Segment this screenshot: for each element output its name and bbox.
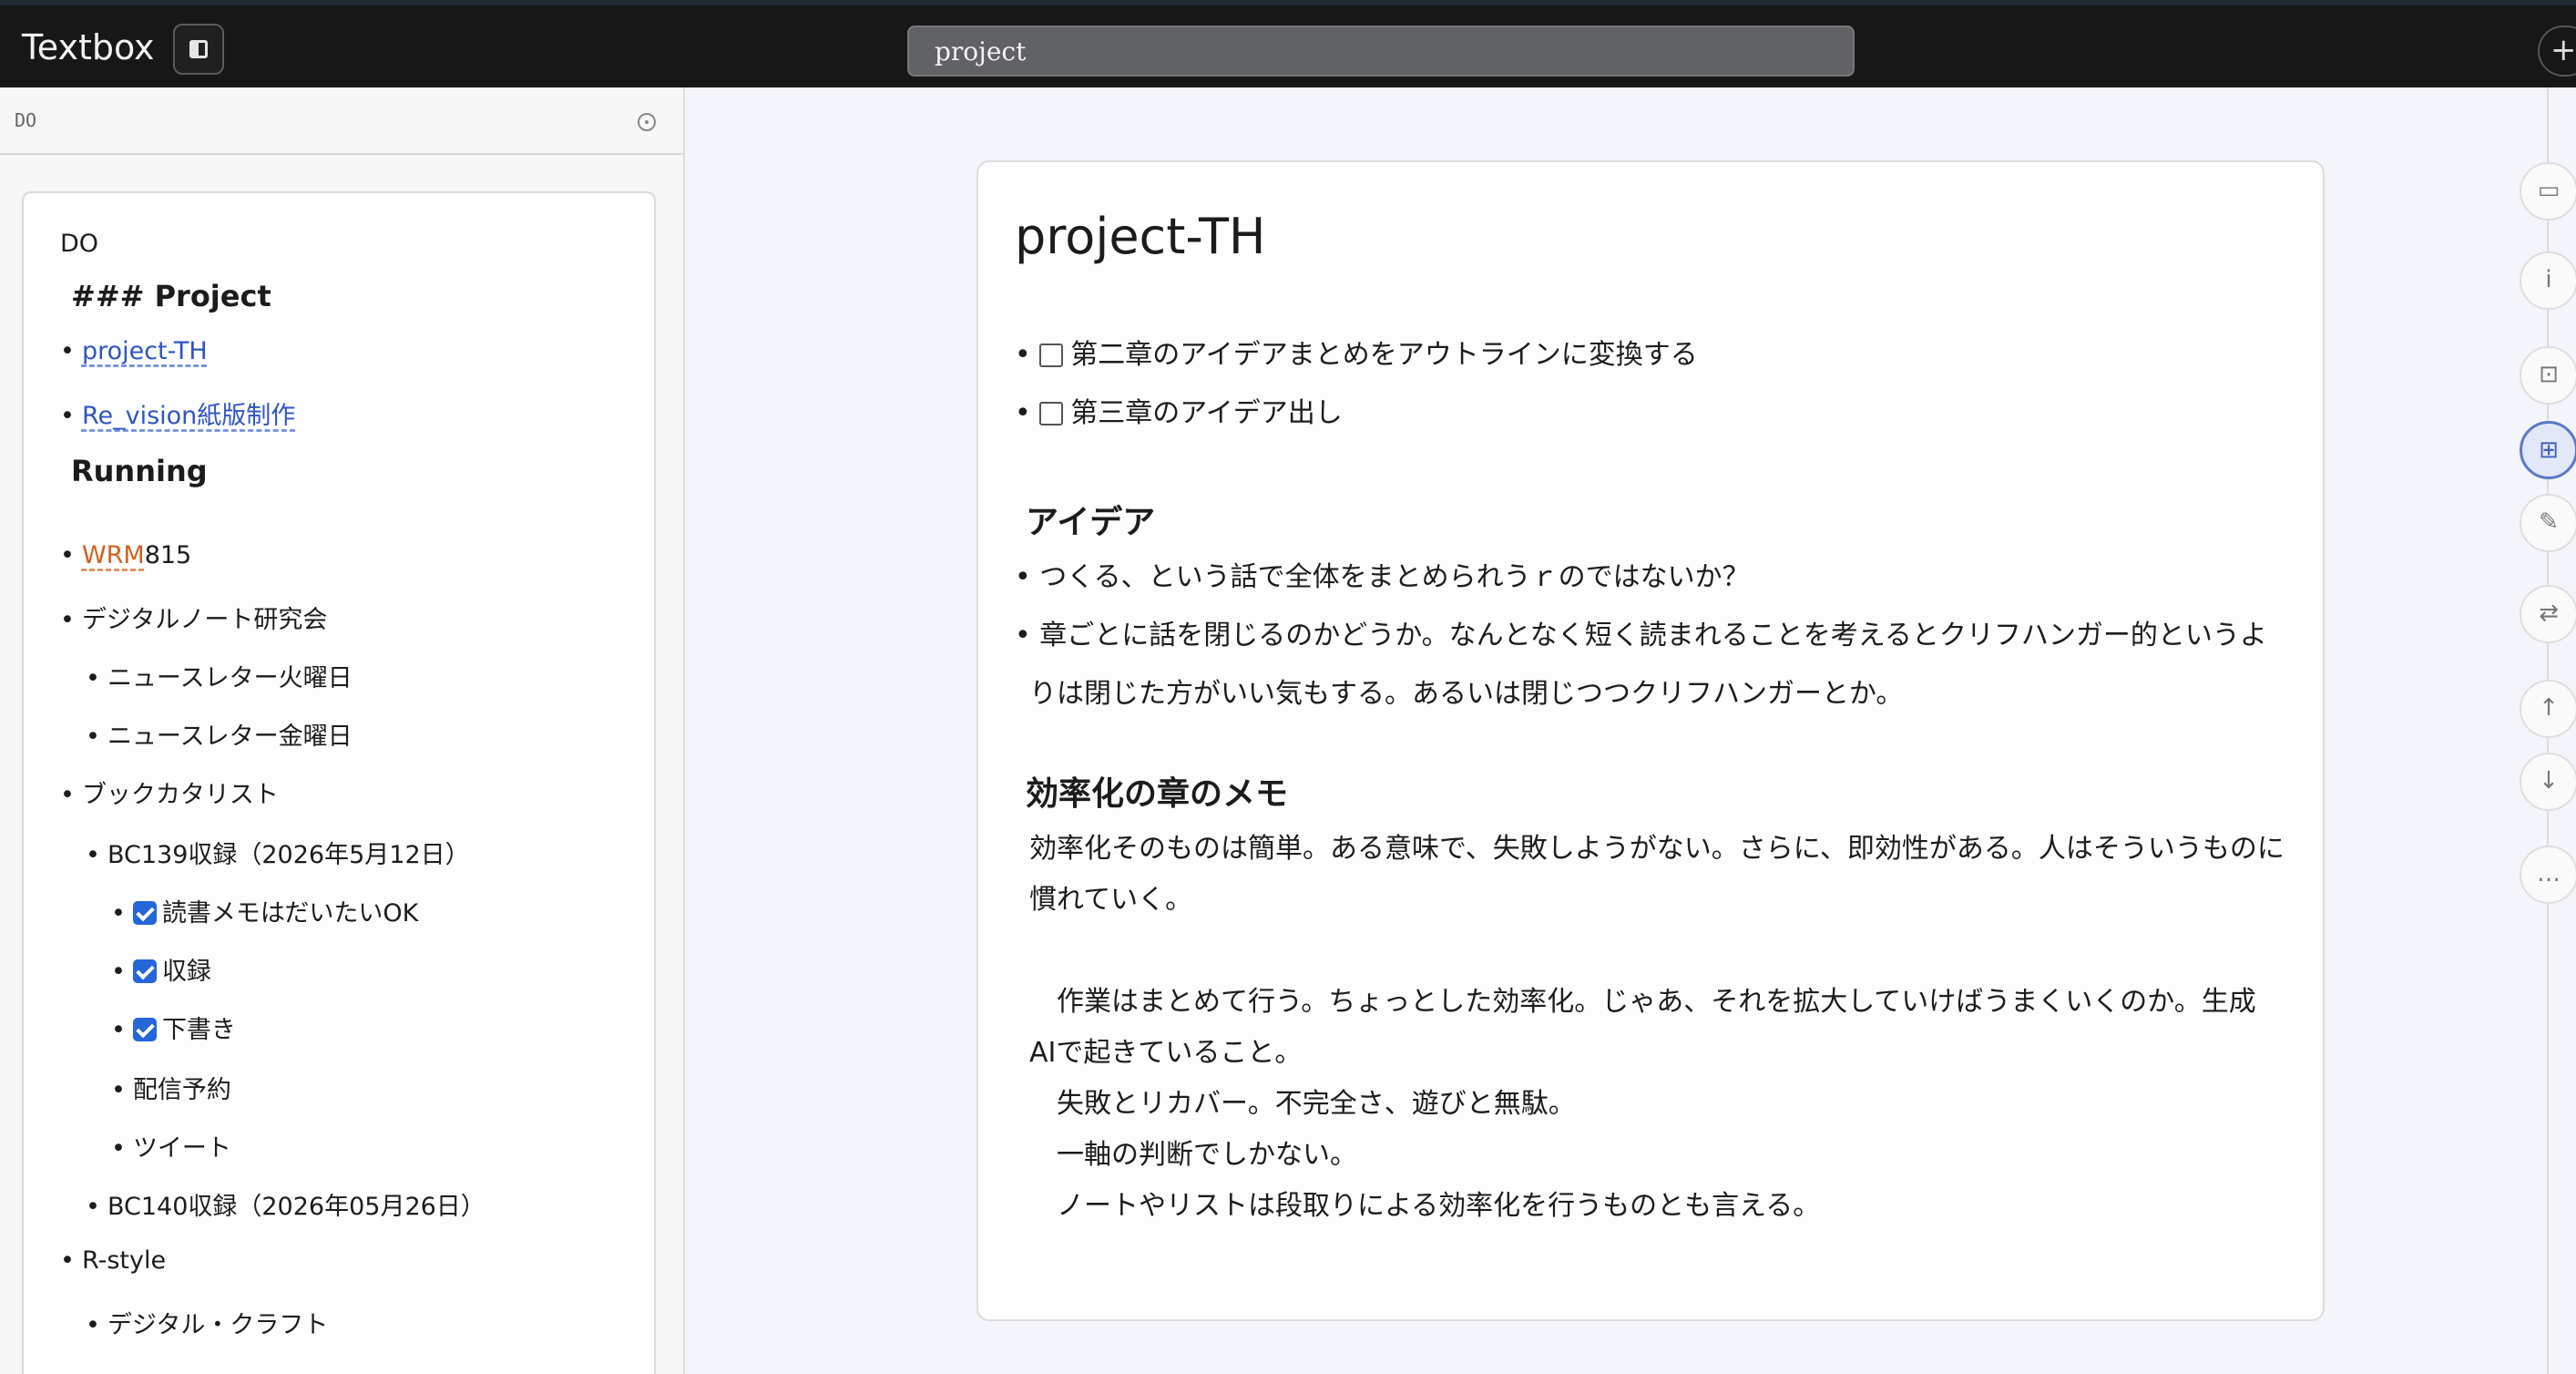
- section-heading-efficiency: 効率化の章のメモ: [1026, 775, 1289, 813]
- document-title: project-TH: [1015, 208, 1266, 265]
- checkbox-checked[interactable]: [132, 959, 157, 983]
- paragraph-line: 失敗とリカバー。不完全さ、遊びと無駄。: [1029, 1088, 1576, 1120]
- sidebar: DO DO ### Project • project-TH • Re_vision…: [0, 87, 685, 1374]
- sidebar-heading-project: ### Project: [71, 279, 271, 313]
- search-input[interactable]: [907, 26, 1855, 77]
- list-item: • デジタル・クラフト: [86, 1311, 329, 1339]
- grid-icon[interactable]: ⊞: [2520, 421, 2576, 479]
- task-item: • 第三章のアイデア出し: [1015, 397, 1343, 429]
- checkbox-unchecked[interactable]: [1039, 344, 1064, 367]
- list-item: • 収録: [111, 958, 211, 986]
- info-icon[interactable]: i: [2520, 251, 2576, 310]
- focus-icon[interactable]: ⊡: [2520, 346, 2576, 405]
- checkbox-unchecked[interactable]: [1039, 402, 1064, 426]
- list-item: • Re_vision紙版制作: [60, 402, 296, 430]
- list-item: • R-style: [60, 1246, 167, 1275]
- sidebar-toggle-icon: [189, 40, 208, 58]
- paragraph-line: ノートやリストは段取りによる効率化を行うものとも言える。: [1029, 1190, 1821, 1222]
- clock-icon[interactable]: [638, 113, 656, 131]
- archive-icon[interactable]: ▭: [2520, 162, 2576, 220]
- arrow-down-icon[interactable]: ↓: [2520, 753, 2576, 811]
- sidebar-note-card[interactable]: DO ### Project • project-TH • Re_vision紙版制…: [22, 191, 656, 1374]
- top-bar: Textbox +: [0, 0, 2576, 87]
- link-wrm[interactable]: WRM: [82, 541, 145, 569]
- document-card[interactable]: project-TH • 第二章のアイデアまとめをアウトラインに変換する • 第…: [976, 160, 2325, 1321]
- checkbox-checked[interactable]: [132, 1018, 157, 1041]
- list-item: • BC140収録（2026年05月26日）: [86, 1193, 486, 1221]
- sidebar-note-title: DO: [60, 230, 99, 258]
- paragraph-line: 効率化そのものは簡単。ある意味で、失敗しようがない。さらに、即効性がある。人はそ…: [1029, 833, 2285, 865]
- sidebar-header-label: DO: [15, 109, 37, 131]
- sidebar-heading-running: Running: [71, 454, 208, 488]
- toggle-sidebar-button[interactable]: [173, 24, 224, 75]
- list-item: • WRM815: [60, 541, 192, 569]
- link-re-vision[interactable]: Re_vision紙版制作: [82, 402, 295, 430]
- list-item: • 章ごとに話を閉じるのかどうか。なんとなく短く読まれることを考えるとクリフハン…: [1015, 620, 2267, 651]
- list-item: • BC139収録（2026年5月12日）: [86, 841, 470, 869]
- sidebar-header: DO: [0, 87, 683, 155]
- list-item: • ニュースレター火曜日: [86, 664, 353, 692]
- list-item: • ニュースレター金曜日: [86, 723, 353, 751]
- arrow-up-icon[interactable]: ↑: [2520, 680, 2576, 738]
- list-item: • project-TH: [60, 337, 208, 365]
- list-item: • つくる、という話で全体をまとめられうｒのではないか？: [1015, 561, 1750, 593]
- link-project-th[interactable]: project-TH: [82, 337, 208, 365]
- paragraph-line: 作業はまとめて行う。ちょっとした効率化。じゃあ、それを拡大していけばうまくいくの…: [1029, 986, 2256, 1018]
- paragraph-line: 一軸の判断でしかない。: [1029, 1139, 1357, 1171]
- list-item: • ブックカタリスト: [60, 781, 279, 809]
- checkbox-checked[interactable]: [132, 901, 157, 925]
- add-button[interactable]: +: [2538, 26, 2576, 77]
- paragraph-line: りは閉じた方がいい気もする。あるいは閉じつつクリフハンガーとか。: [1029, 678, 1904, 710]
- task-item: • 第二章のアイデアまとめをアウトラインに変換する: [1015, 339, 1698, 371]
- paragraph-line: AIで起きていること。: [1029, 1037, 1303, 1069]
- more-icon[interactable]: …: [2520, 846, 2576, 904]
- list-item: • 配信予約: [111, 1076, 231, 1104]
- paragraph-line: 慣れていく。: [1029, 884, 1193, 916]
- list-item: • デジタルノート研究会: [60, 606, 328, 634]
- edit-icon[interactable]: ✎: [2520, 494, 2576, 552]
- list-item: • ツイート: [111, 1134, 231, 1163]
- list-item: • 下書き: [111, 1016, 236, 1044]
- app-title: Textbox: [22, 27, 155, 67]
- section-heading-idea: アイデア: [1026, 504, 1156, 541]
- list-item: • 読書メモはだいたいOK: [111, 899, 419, 928]
- swap-icon[interactable]: ⇄: [2520, 585, 2576, 643]
